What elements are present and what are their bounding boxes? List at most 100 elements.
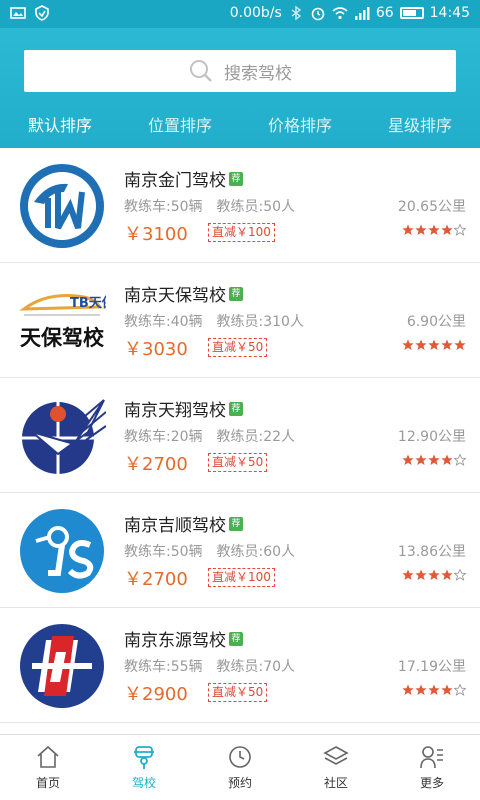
- home-icon: [37, 745, 59, 768]
- star-empty-icon: [454, 684, 466, 696]
- price: ￥3030: [124, 339, 188, 360]
- distance: 13.86公里: [397, 544, 466, 560]
- header: 搜索驾校 默认排序 位置排序 价格排序 星级排序: [0, 28, 480, 148]
- star-filled-icon: [441, 224, 453, 235]
- star-filled-icon: [402, 339, 414, 350]
- coach-count: 教练员:70人: [216, 659, 296, 675]
- price: ￥2900: [124, 684, 188, 705]
- star-empty-icon: [454, 454, 466, 466]
- bluetooth-icon: [291, 5, 301, 21]
- star-filled-icon: [415, 569, 427, 580]
- driving-school-icon: [134, 746, 154, 769]
- star-empty-icon: [454, 569, 466, 581]
- shield-icon: [35, 5, 49, 21]
- car-count: 教练车:20辆: [124, 429, 203, 445]
- jishun-logo: [20, 509, 104, 593]
- star-filled-icon: [428, 569, 440, 580]
- school-meta: 教练车:20辆 教练员:22人: [124, 426, 295, 446]
- rating-stars: [402, 569, 466, 581]
- car-count: 教练车:55辆: [124, 659, 203, 675]
- school-list-item[interactable]: 南京天翔驾校荐 教练车:20辆 教练员:22人 12.90公里 ￥2700 直减…: [0, 378, 480, 493]
- star-filled-icon: [402, 224, 414, 235]
- search-input[interactable]: 搜索驾校: [24, 50, 456, 92]
- school-meta: 教练车:55辆 教练员:70人: [124, 656, 295, 676]
- star-filled-icon: [428, 224, 440, 235]
- car-count: 教练车:50辆: [124, 544, 203, 560]
- star-filled-icon: [415, 339, 427, 350]
- jinmen-logo: [20, 164, 104, 248]
- search-icon: [190, 60, 212, 82]
- star-filled-icon: [402, 454, 414, 465]
- signal-icon: [354, 7, 370, 20]
- car-count: 教练车:40辆: [124, 314, 203, 330]
- distance: 6.90公里: [406, 314, 466, 330]
- tab-location-sort[interactable]: 位置排序: [120, 108, 240, 144]
- nav-community[interactable]: 社区: [288, 735, 384, 800]
- school-list-item[interactable]: 南京东源驾校荐 教练车:55辆 教练员:70人 17.19公里 ￥2900 直减…: [0, 608, 480, 723]
- school-meta: 教练车:50辆 教练员:50人: [124, 196, 295, 216]
- school-list-item[interactable]: 南京金门驾校荐 教练车:50辆 教练员:50人 20.65公里 ￥3100 直减…: [0, 148, 480, 263]
- star-filled-icon: [441, 684, 453, 695]
- rating-stars: [402, 339, 466, 351]
- recommend-badge: 荐: [229, 286, 243, 301]
- coach-count: 教练员:60人: [216, 544, 296, 560]
- nav-home[interactable]: 首页: [0, 735, 96, 800]
- image-icon: [10, 7, 26, 19]
- dongyuan-logo: [20, 624, 104, 708]
- battery-icon: [399, 7, 424, 19]
- search-placeholder: 搜索驾校: [224, 63, 292, 84]
- star-filled-icon: [415, 454, 427, 465]
- school-name: 南京天保驾校荐: [124, 281, 243, 306]
- clock-icon: [229, 746, 251, 768]
- discount-badge: 直减￥50: [208, 338, 268, 357]
- school-list-item[interactable]: 南京吉顺驾校荐 教练车:50辆 教练员:60人 13.86公里 ￥2700 直减…: [0, 493, 480, 608]
- star-filled-icon: [428, 684, 440, 695]
- discount-badge: 直减￥50: [208, 683, 268, 702]
- coach-count: 教练员:22人: [216, 429, 296, 445]
- star-filled-icon: [415, 684, 427, 695]
- school-name: 南京吉顺驾校荐: [124, 511, 243, 536]
- tab-price-sort[interactable]: 价格排序: [240, 108, 360, 144]
- school-name: 南京天翔驾校荐: [124, 396, 243, 421]
- network-speed: 0.00b/s: [229, 5, 282, 21]
- coach-count: 教练员:50人: [216, 199, 296, 215]
- recommend-badge: 荐: [229, 516, 243, 531]
- battery-level: 66: [375, 5, 394, 21]
- tianbao-logo-top: TB天保: [70, 295, 106, 311]
- wifi-icon: [332, 7, 348, 20]
- coach-count: 教练员:310人: [216, 314, 304, 330]
- nav-driving-school[interactable]: 驾校: [96, 735, 192, 800]
- distance: 12.90公里: [397, 429, 466, 445]
- star-filled-icon: [454, 339, 466, 350]
- distance: 20.65公里: [397, 199, 466, 215]
- star-filled-icon: [428, 454, 440, 465]
- school-meta: 教练车:40辆 教练员:310人: [124, 311, 304, 331]
- distance: 17.19公里: [397, 659, 466, 675]
- alarm-icon: [311, 7, 325, 21]
- nav-more[interactable]: 更多: [384, 735, 480, 800]
- sort-tabs: 默认排序 位置排序 价格排序 星级排序: [0, 108, 480, 144]
- discount-badge: 直减￥100: [208, 223, 275, 242]
- rating-stars: [402, 224, 466, 236]
- school-list-item[interactable]: TB天保 天保驾校 南京天保驾校荐 教练车:40辆 教练员:310人 6.90公…: [0, 263, 480, 378]
- clock-time: 14:45: [429, 5, 470, 21]
- profile-list-icon: [420, 746, 443, 769]
- nav-appointment[interactable]: 预约: [192, 735, 288, 800]
- rating-stars: [402, 684, 466, 696]
- price: ￥3100: [124, 224, 188, 245]
- star-filled-icon: [441, 339, 453, 350]
- tab-default-sort[interactable]: 默认排序: [0, 108, 120, 144]
- school-name: 南京金门驾校荐: [124, 166, 243, 191]
- bottom-nav: 首页 驾校 预约 社区 更多: [0, 734, 480, 800]
- price: ￥2700: [124, 569, 188, 590]
- tianxiang-logo: [22, 399, 106, 474]
- discount-badge: 直减￥50: [208, 453, 268, 472]
- tab-rating-sort[interactable]: 星级排序: [360, 108, 480, 144]
- layers-icon: [323, 746, 349, 765]
- status-bar: 0.00b/s 66 14:45: [0, 0, 480, 28]
- tianbao-logo: TB天保 天保驾校: [19, 294, 106, 350]
- school-meta: 教练车:50辆 教练员:60人: [124, 541, 295, 561]
- car-count: 教练车:50辆: [124, 199, 203, 215]
- star-filled-icon: [441, 454, 453, 465]
- school-list: 南京金门驾校荐 教练车:50辆 教练员:50人 20.65公里 ￥3100 直减…: [0, 148, 480, 734]
